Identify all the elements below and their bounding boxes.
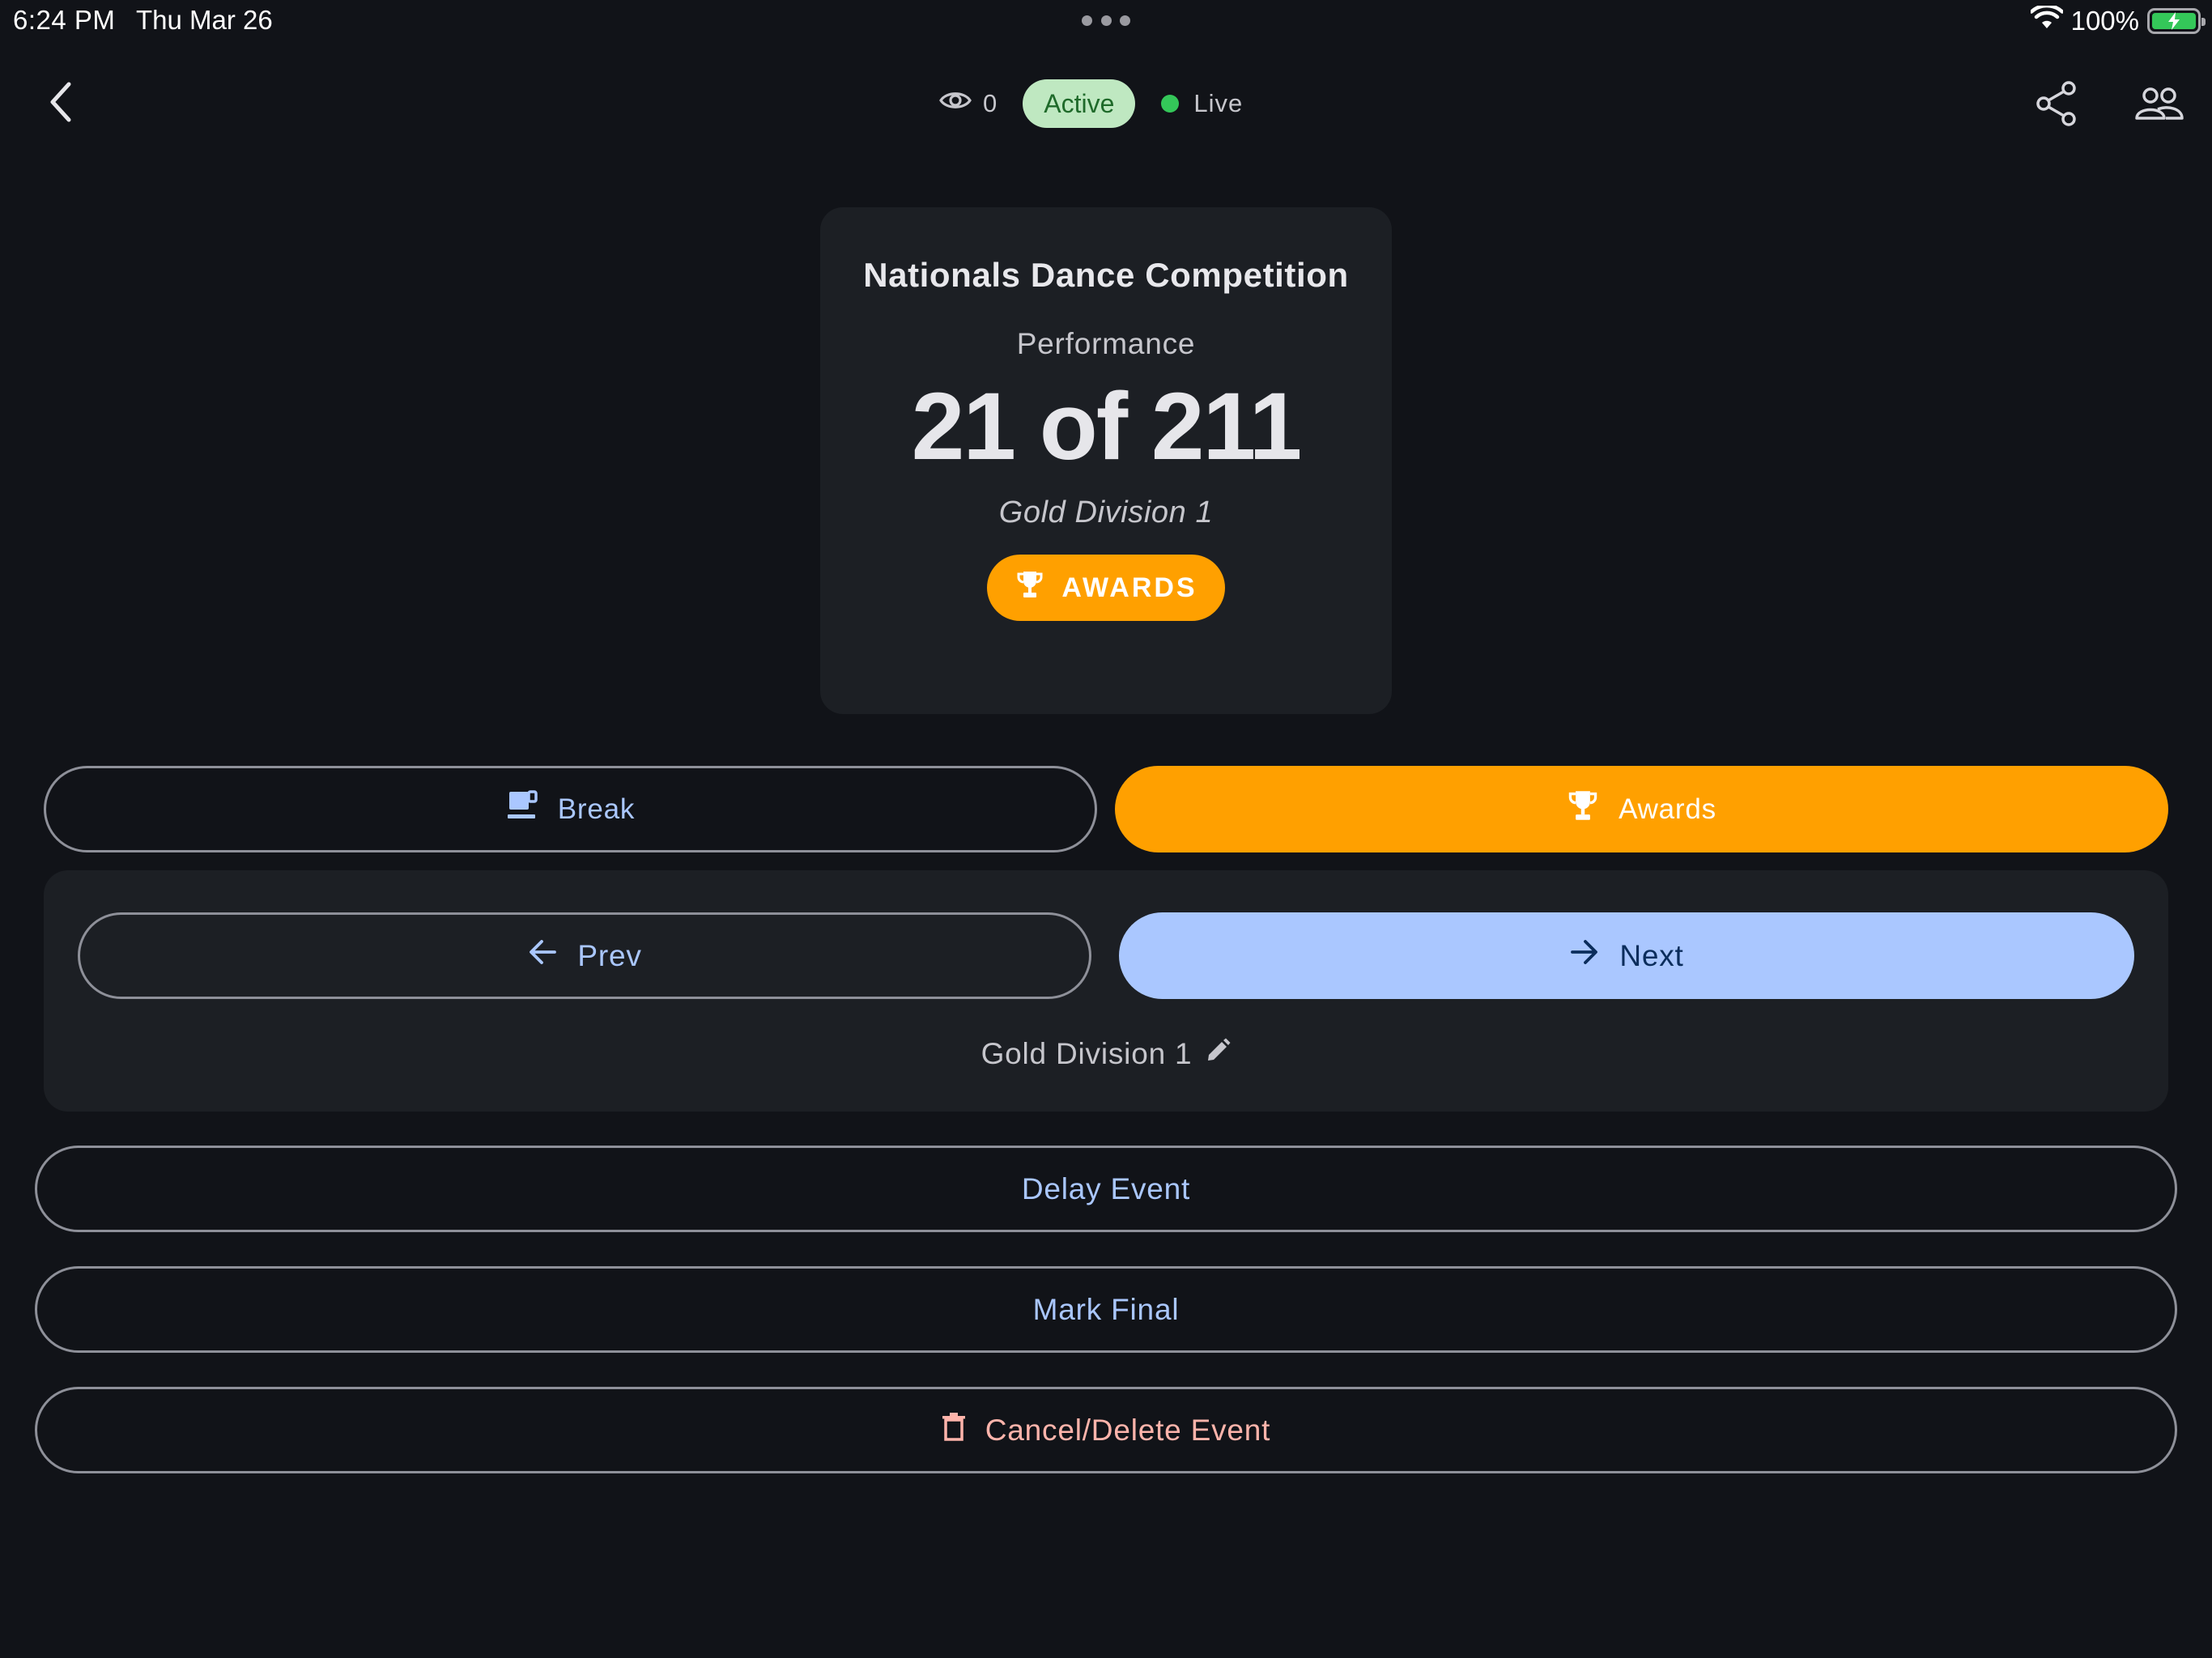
performance-label: Performance (1016, 327, 1196, 360)
battery-charging-icon (2147, 8, 2206, 34)
live-indicator: Live (1161, 89, 1243, 118)
division-name: Gold Division 1 (998, 495, 1214, 529)
awards-label: Awards (1619, 793, 1716, 825)
battery-percent: 100% (2070, 6, 2139, 36)
event-name: Nationals Dance Competition (863, 256, 1349, 294)
next-button[interactable]: Next (1119, 912, 2134, 999)
prev-label: Prev (577, 938, 642, 972)
mark-final-button[interactable]: Mark Final (35, 1266, 2177, 1353)
division-edit[interactable]: Gold Division 1 (44, 1037, 2168, 1071)
wifi-icon (2029, 3, 2064, 36)
mark-final-label: Mark Final (1032, 1292, 1180, 1326)
arrow-left-icon (527, 938, 558, 973)
share-button[interactable] (2028, 77, 2085, 134)
performance-card: Nationals Dance Competition Performance … (820, 207, 1392, 714)
cancel-delete-event-button[interactable]: Cancel/Delete Event (35, 1387, 2177, 1473)
status-bar: 6:24 PM Thu Mar 26 100% (0, 0, 2212, 42)
back-arrow-icon (45, 79, 77, 129)
live-label: Live (1193, 89, 1244, 117)
trash-icon (942, 1412, 966, 1448)
multitasking-dots-icon[interactable] (1082, 15, 1130, 27)
live-dot-icon (1161, 95, 1180, 113)
trophy-icon (1016, 570, 1044, 606)
awards-button[interactable]: Awards (1115, 766, 2168, 852)
performance-count: 21 of 211 (911, 373, 1303, 480)
status-date: Thu Mar 26 (136, 5, 273, 35)
delay-event-button[interactable]: Delay Event (35, 1146, 2177, 1232)
delay-event-label: Delay Event (1021, 1171, 1191, 1205)
back-button[interactable] (32, 73, 89, 134)
status-time: 6:24 PM (13, 5, 116, 35)
viewer-count: 0 (939, 89, 997, 118)
people-icon (2133, 86, 2185, 125)
pencil-icon (1205, 1037, 1231, 1071)
status-right: 100% (2029, 3, 2206, 37)
coffee-cup-icon (506, 789, 538, 829)
division-edit-label: Gold Division 1 (981, 1037, 1193, 1070)
break-button[interactable]: Break (44, 766, 1097, 852)
viewer-count-value: 0 (983, 89, 998, 117)
participants-button[interactable] (2129, 77, 2189, 134)
navigation-panel: Prev Next Gold Division 1 (44, 870, 2168, 1112)
prev-button[interactable]: Prev (78, 912, 1091, 999)
cancel-delete-label: Cancel/Delete Event (985, 1413, 1271, 1447)
trophy-icon (1567, 789, 1599, 829)
awards-chip-label: AWARDS (1061, 572, 1197, 603)
break-label: Break (557, 793, 636, 825)
awards-chip[interactable]: AWARDS (987, 555, 1225, 621)
arrow-right-icon (1569, 938, 1600, 973)
event-status-bar: 0 Active Live (939, 78, 1243, 130)
eye-icon (939, 89, 972, 118)
next-label: Next (1619, 938, 1684, 972)
status-badge: Active (1023, 79, 1136, 128)
share-icon (2035, 80, 2078, 131)
